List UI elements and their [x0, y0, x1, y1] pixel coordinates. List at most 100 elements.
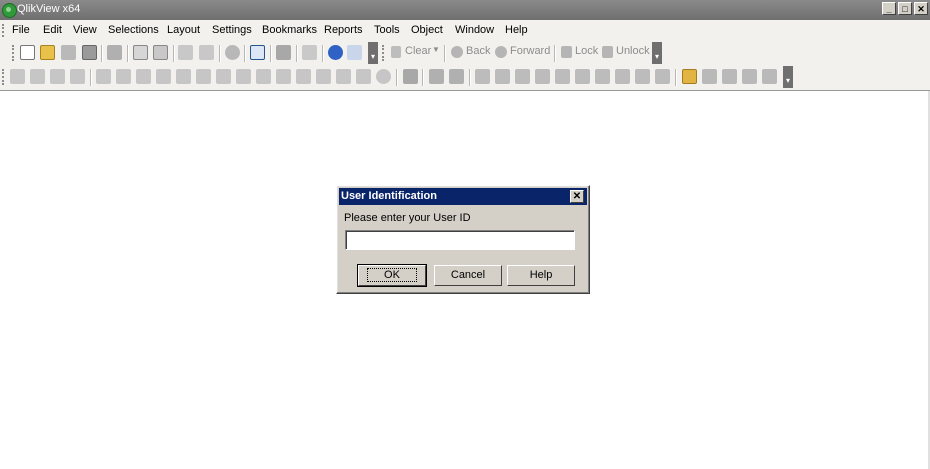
adjust-left-icon[interactable]	[635, 69, 650, 84]
menu-view[interactable]: View	[73, 24, 97, 36]
ok-button-label: OK	[367, 268, 417, 282]
menu-tools[interactable]: Tools	[374, 24, 400, 36]
edit-module-icon[interactable]	[722, 69, 737, 84]
user-id-input[interactable]	[345, 230, 575, 250]
menu-layout[interactable]: Layout	[167, 24, 200, 36]
align-center-icon[interactable]	[495, 69, 510, 84]
toolbar-grip[interactable]	[12, 45, 16, 61]
open-folder-icon[interactable]	[40, 45, 55, 60]
design-toolbar: ▾	[0, 65, 795, 89]
dialog-title: User Identification	[341, 190, 437, 202]
dialog-titlebar: User Identification ✕	[339, 188, 587, 205]
button-object-icon[interactable]	[236, 69, 251, 84]
search-object-icon[interactable]	[336, 69, 351, 84]
help-button[interactable]: Help	[507, 265, 575, 286]
toolbar-grip[interactable]	[2, 69, 6, 85]
server-objects-icon[interactable]	[403, 69, 418, 84]
undo-icon[interactable]	[178, 45, 193, 60]
chart-icon[interactable]	[176, 69, 191, 84]
bookmark-star-icon[interactable]	[302, 45, 317, 60]
align-left-icon[interactable]	[475, 69, 490, 84]
menu-bookmarks[interactable]: Bookmarks	[262, 24, 317, 36]
line-arrow-icon[interactable]	[276, 69, 291, 84]
new-document-icon[interactable]	[20, 45, 35, 60]
clear-icon[interactable]	[391, 46, 401, 58]
lock-button[interactable]: Lock	[575, 45, 598, 57]
menubar-grip[interactable]	[2, 24, 6, 37]
back-button[interactable]: Back	[466, 45, 490, 57]
current-selections-icon[interactable]	[216, 69, 231, 84]
menu-object[interactable]: Object	[411, 24, 443, 36]
app-chrome: File Edit View Selections Layout Setting…	[0, 20, 930, 91]
sum-icon[interactable]	[116, 69, 131, 84]
minimize-button[interactable]: _	[882, 2, 896, 15]
save-icon[interactable]	[82, 45, 97, 60]
clear-button[interactable]: Clear	[405, 45, 431, 57]
dialog-close-icon[interactable]: ✕	[570, 190, 584, 203]
cancel-button[interactable]: Cancel	[434, 265, 502, 286]
print-icon[interactable]	[107, 45, 122, 60]
toolbar-separator	[90, 69, 92, 86]
table-viewer-icon[interactable]	[742, 69, 757, 84]
bookmark-star-icon[interactable]	[316, 69, 331, 84]
menu-file[interactable]: File	[12, 24, 30, 36]
close-button[interactable]: ✕	[914, 2, 928, 15]
align-bottom-icon[interactable]	[535, 69, 550, 84]
custom-object-icon[interactable]	[376, 69, 391, 84]
layout-grid-icon[interactable]	[449, 69, 464, 84]
forward-icon[interactable]	[495, 46, 507, 58]
listbox-icon[interactable]	[96, 69, 111, 84]
toolbar-grip[interactable]	[382, 45, 386, 61]
toolbar-separator	[244, 45, 246, 62]
ok-button[interactable]: OK	[357, 264, 427, 287]
multibox-icon[interactable]	[156, 69, 171, 84]
search-icon[interactable]	[225, 45, 240, 60]
lock-icon[interactable]	[561, 46, 572, 58]
menu-selections[interactable]: Selections	[108, 24, 159, 36]
menu-edit[interactable]: Edit	[43, 24, 62, 36]
format-painter-icon[interactable]	[429, 69, 444, 84]
toolbar-separator	[219, 45, 221, 62]
clear-dropdown-chevron-icon[interactable]: ▼	[432, 45, 440, 54]
new-sheet-icon[interactable]	[10, 69, 25, 84]
space-horizontal-icon[interactable]	[615, 69, 630, 84]
sheet-icon[interactable]	[50, 69, 65, 84]
align-top-icon[interactable]	[575, 69, 590, 84]
reload-icon[interactable]	[61, 45, 76, 60]
text-object-icon[interactable]	[256, 69, 271, 84]
menu-settings[interactable]: Settings	[212, 24, 252, 36]
edit-script-icon[interactable]	[133, 45, 148, 60]
table-icon[interactable]	[136, 69, 151, 84]
help-icon[interactable]	[328, 45, 343, 60]
input-box-icon[interactable]	[196, 69, 211, 84]
align-right-icon[interactable]	[515, 69, 530, 84]
unlock-button[interactable]: Unlock	[616, 45, 650, 57]
selections-checkbox-icon[interactable]	[250, 45, 265, 60]
menu-window[interactable]: Window	[455, 24, 494, 36]
reload-data-icon[interactable]	[153, 45, 168, 60]
adjust-top-icon[interactable]	[655, 69, 670, 84]
chart-icon[interactable]	[276, 45, 291, 60]
context-help-icon[interactable]	[347, 45, 362, 60]
sheet-properties-icon[interactable]	[702, 69, 717, 84]
unlock-icon[interactable]	[602, 46, 613, 58]
back-icon[interactable]	[451, 46, 463, 58]
standard-toolbar: ▾ Clear ▼ Back Forward Lock Unlock ▾	[0, 41, 665, 65]
maximize-button[interactable]: □	[898, 2, 912, 15]
toolbar-separator	[101, 45, 103, 62]
align-middle-icon[interactable]	[555, 69, 570, 84]
toolbar-overflow-chevron-icon[interactable]: ▾	[368, 42, 378, 64]
sheet-properties-icon[interactable]	[70, 69, 85, 84]
container-icon[interactable]	[356, 69, 371, 84]
sheet-icon[interactable]	[30, 69, 45, 84]
document-properties-icon[interactable]	[682, 69, 697, 84]
space-vertical-icon[interactable]	[595, 69, 610, 84]
toolbar-overflow-chevron-icon[interactable]: ▾	[652, 42, 662, 64]
toolbar-overflow-chevron-icon[interactable]: ▾	[783, 66, 793, 88]
expression-overview-icon[interactable]	[762, 69, 777, 84]
redo-icon[interactable]	[199, 45, 214, 60]
menu-help[interactable]: Help	[505, 24, 528, 36]
forward-button[interactable]: Forward	[510, 45, 550, 57]
slider-icon[interactable]	[296, 69, 311, 84]
menu-reports[interactable]: Reports	[324, 24, 363, 36]
